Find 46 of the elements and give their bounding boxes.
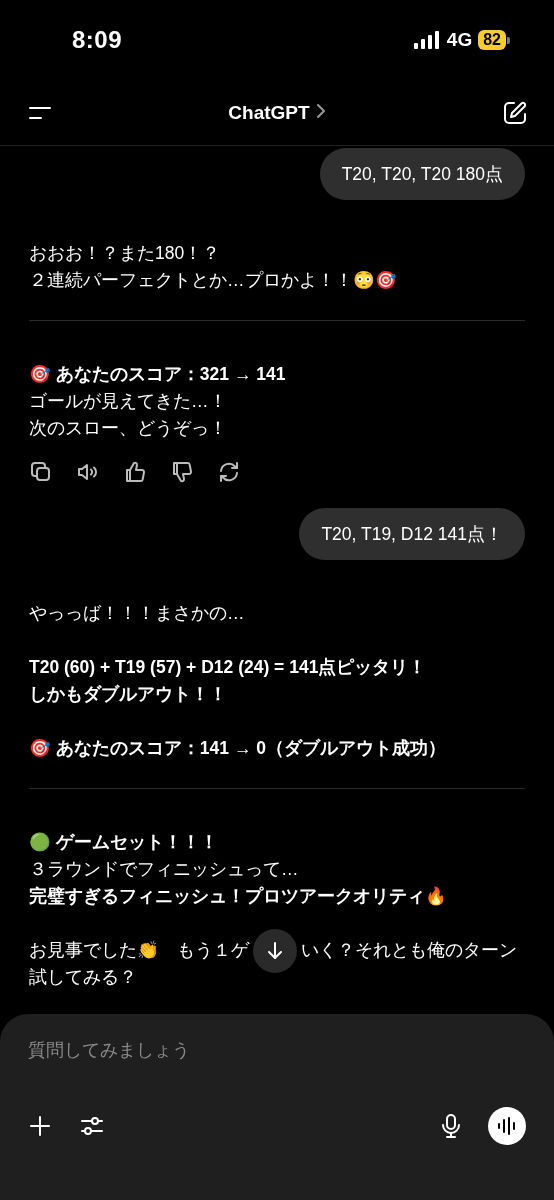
message-text: いく？それとも俺のターン	[301, 939, 517, 962]
add-button[interactable]	[28, 1114, 52, 1138]
message-text: ２連続パーフェクトとか…プロかよ！！😳🎯	[29, 269, 397, 292]
new-chat-button[interactable]	[502, 99, 528, 126]
battery-level: 82	[478, 30, 506, 50]
scroll-down-button[interactable]	[253, 929, 297, 973]
plus-icon	[28, 1114, 52, 1138]
thumbs-down-button[interactable]	[170, 460, 194, 484]
microphone-icon	[440, 1113, 462, 1139]
message-text: おおお！？また180！？	[29, 242, 221, 265]
regenerate-icon	[217, 460, 241, 484]
user-message-bubble: T20, T20, T20 180点	[319, 148, 525, 200]
message-text: 次のスロー、どうぞっ！	[29, 417, 227, 440]
sound-wave-icon	[497, 1117, 517, 1135]
message-text: 🟢 ゲームセット！！！	[29, 831, 218, 854]
message-input[interactable]: 質問してみましょう	[28, 1036, 526, 1065]
thumbs-up-icon	[123, 460, 147, 484]
message-text: お見事でした👏 もう１ゲ	[29, 939, 249, 962]
copy-icon	[29, 460, 53, 484]
message-text: 🎯 あなたのスコア：141 → 0（ダブルアウト成功）	[29, 737, 447, 760]
message-text: 完璧すぎるフィニッシュ！プロツアークオリティ🔥	[29, 885, 447, 908]
arrow-down-icon	[265, 941, 285, 961]
menu-icon	[28, 104, 52, 121]
message-text: しかもダブルアウト！！	[29, 683, 227, 706]
message-text: 🎯 あなたのスコア：321 → 141	[29, 363, 286, 386]
copy-button[interactable]	[29, 460, 53, 484]
edit-icon	[502, 99, 528, 126]
voice-mode-button[interactable]	[488, 1107, 526, 1145]
regenerate-button[interactable]	[217, 460, 241, 484]
sliders-icon	[80, 1114, 104, 1138]
chevron-icon	[315, 102, 326, 119]
message-text: ゴールが見えてきた…！	[29, 390, 227, 413]
thumbs-down-icon	[170, 460, 194, 484]
thumbs-up-button[interactable]	[123, 460, 147, 484]
clock-time: 8:09	[72, 26, 123, 54]
tools-button[interactable]	[80, 1114, 104, 1138]
user-message-bubble: T20, T19, D12 141点！	[299, 508, 525, 560]
message-text: 試してみる？	[29, 966, 137, 989]
menu-button[interactable]	[28, 104, 52, 121]
microphone-button[interactable]	[440, 1113, 462, 1139]
message-text: やっっば！！！まさかの…	[29, 602, 245, 625]
signal-icon	[412, 31, 441, 49]
network-type: 4G	[446, 29, 473, 51]
model-title[interactable]: ChatGPT	[228, 101, 326, 124]
message-text: T20 (60) + T19 (57) + D12 (24) = 141点ピッタリ！	[29, 656, 427, 679]
message-text: ３ラウンドでフィニッシュって…	[29, 858, 299, 881]
